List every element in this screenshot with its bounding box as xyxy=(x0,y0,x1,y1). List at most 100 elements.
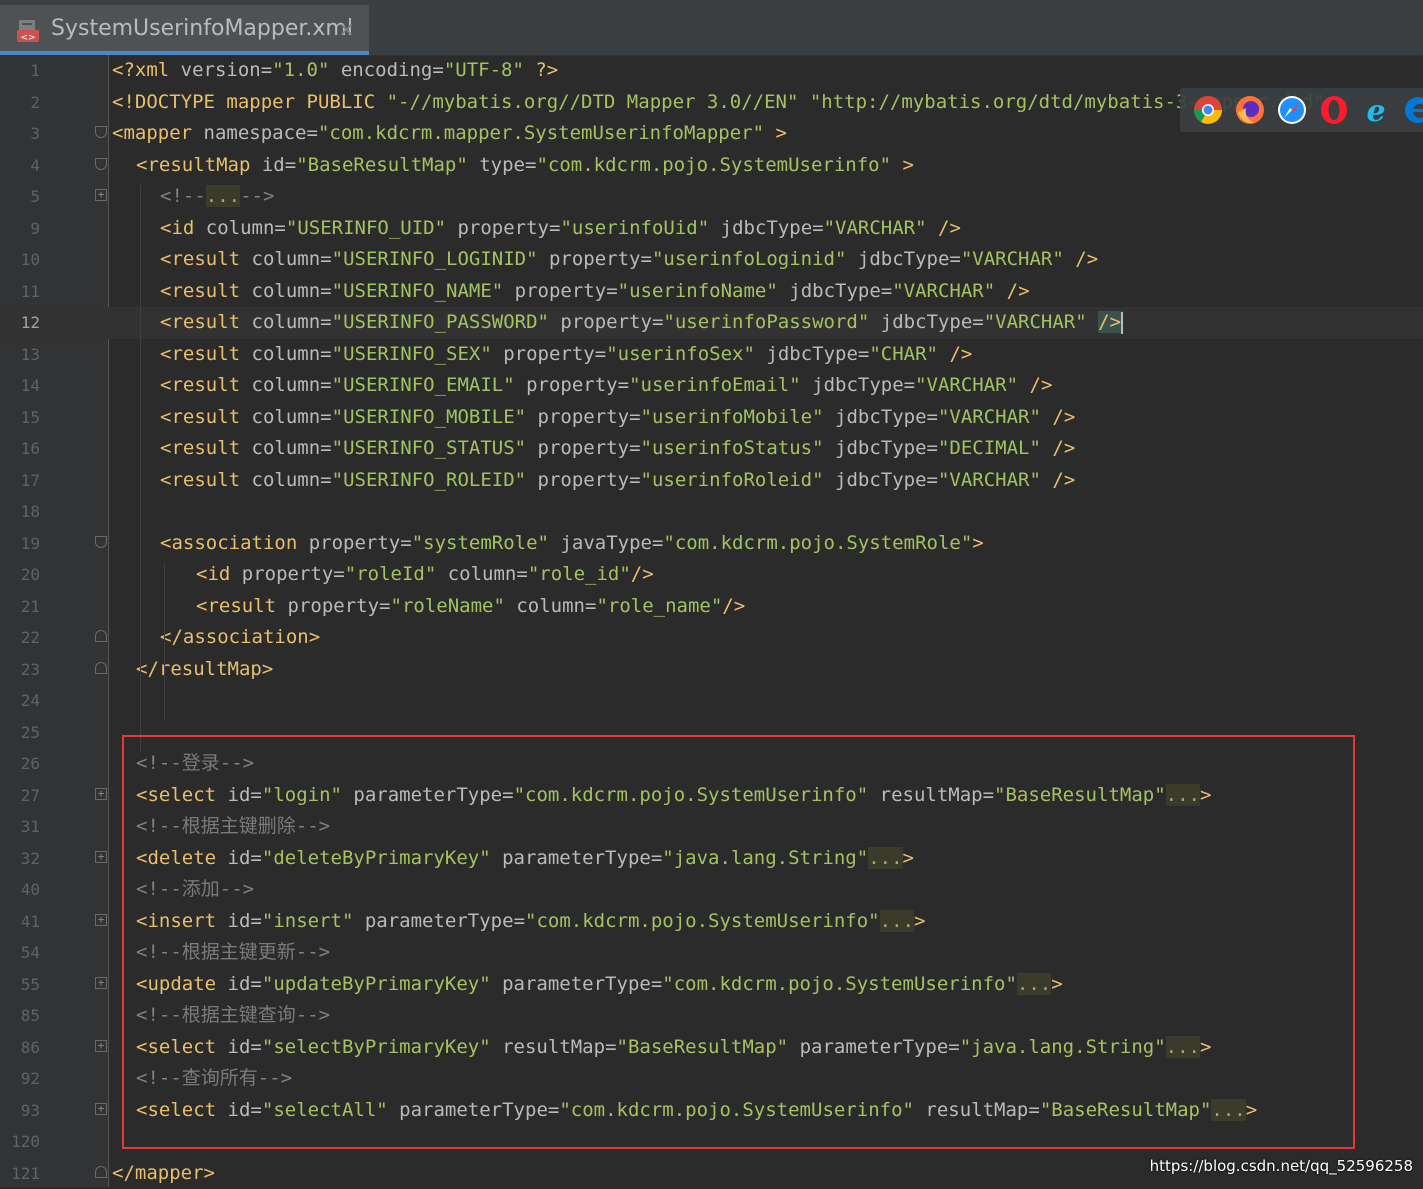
code-line[interactable]: 20 <id property="roleId" column="role_id"… xyxy=(0,559,1423,591)
code-text: <result column="USERINFO_ROLEID" propert… xyxy=(160,465,1075,497)
code-line[interactable]: 17 <result column="USERINFO_ROLEID" prope… xyxy=(0,465,1423,497)
ie-icon[interactable]: e xyxy=(1360,94,1392,126)
code-line[interactable]: 5<!--...--> xyxy=(0,181,1423,213)
code-editor[interactable]: 1 <?xml version="1.0" encoding="UTF-8" ?>… xyxy=(0,55,1423,1187)
code-line[interactable]: 11<result column="USERINFO_NAME" propert… xyxy=(0,276,1423,308)
fold-collapse-icon[interactable] xyxy=(95,126,107,138)
line-number: 31 xyxy=(0,811,40,843)
svg-text:<>: <> xyxy=(20,33,35,43)
code-line[interactable]: 22</association> xyxy=(0,622,1423,654)
code-line[interactable]: 9<id column="USERINFO_UID" property="use… xyxy=(0,213,1423,245)
code-text: <result property="roleName" column="role… xyxy=(196,591,745,623)
line-number: 26 xyxy=(0,748,40,780)
code-line[interactable]: 1 <?xml version="1.0" encoding="UTF-8" ?> xyxy=(0,55,1423,87)
fold-expand-icon[interactable] xyxy=(95,1103,107,1115)
code-line[interactable]: 19<association property="systemRole" jav… xyxy=(0,528,1423,560)
line-number: 15 xyxy=(0,402,40,434)
svg-text:e: e xyxy=(1366,94,1385,126)
code-line[interactable]: 21 <result property="roleName" column="ro… xyxy=(0,591,1423,623)
code-text: <select id="selectByPrimaryKey" resultMa… xyxy=(136,1032,1211,1064)
line-number: 17 xyxy=(0,465,40,497)
fold-expand-icon[interactable] xyxy=(95,189,107,201)
code-line[interactable]: 86<select id="selectByPrimaryKey" result… xyxy=(0,1032,1423,1064)
code-line[interactable]: 41<insert id="insert" parameterType="com… xyxy=(0,906,1423,938)
close-tab-icon[interactable]: × xyxy=(338,17,355,41)
line-number: 32 xyxy=(0,843,40,875)
code-line[interactable]: 13<result column="USERINFO_SEX" property… xyxy=(0,339,1423,371)
editor-tab-bar: <> SystemUserinfoMapper.xml × xyxy=(0,0,1423,56)
line-number: 11 xyxy=(0,276,40,308)
line-number: 21 xyxy=(0,591,40,623)
code-line[interactable]: 24 xyxy=(0,685,1423,717)
line-number: 24 xyxy=(0,685,40,717)
line-number: 1 xyxy=(0,55,40,87)
line-number: 12 xyxy=(0,307,40,339)
code-text: <insert id="insert" parameterType="com.k… xyxy=(136,906,925,938)
line-number: 10 xyxy=(0,244,40,276)
line-number: 25 xyxy=(0,717,40,749)
line-number: 85 xyxy=(0,1000,40,1032)
chrome-icon[interactable] xyxy=(1192,94,1224,126)
code-text: <association property="systemRole" javaT… xyxy=(160,528,984,560)
code-line[interactable]: 18 xyxy=(0,496,1423,528)
fold-expand-icon[interactable] xyxy=(95,914,107,926)
code-line[interactable]: 54<!--根据主键更新--> xyxy=(0,937,1423,969)
fold-collapse-icon[interactable] xyxy=(95,1166,107,1178)
code-text: <select id="selectAll" parameterType="co… xyxy=(136,1095,1257,1127)
safari-icon[interactable] xyxy=(1276,94,1308,126)
code-line[interactable]: 4<resultMap id="BaseResultMap" type="com… xyxy=(0,150,1423,182)
firefox-icon[interactable] xyxy=(1234,94,1266,126)
line-number: 20 xyxy=(0,559,40,591)
fold-expand-icon[interactable] xyxy=(95,788,107,800)
line-number: 3 xyxy=(0,118,40,150)
code-line[interactable]: 12 <result column="USERINFO_PASSWORD" pro… xyxy=(0,307,1423,339)
xml-file-icon: <> xyxy=(16,18,42,44)
code-text: <result column="USERINFO_MOBILE" propert… xyxy=(160,402,1075,434)
code-line[interactable]: 10 <result column="USERINFO_LOGINID" prop… xyxy=(0,244,1423,276)
code-line[interactable]: 92<!--查询所有--> xyxy=(0,1063,1423,1095)
code-line[interactable]: 93 <select id="selectAll" parameterType="… xyxy=(0,1095,1423,1127)
code-text: </resultMap> xyxy=(136,654,273,686)
fold-collapse-icon[interactable] xyxy=(95,630,107,642)
code-text: <!DOCTYPE mapper PUBLIC "-//mybatis.org/… xyxy=(112,87,1348,119)
fold-collapse-icon[interactable] xyxy=(95,662,107,674)
code-text: <id property="roleId" column="role_id"/> xyxy=(196,559,654,591)
code-line[interactable]: 31<!--根据主键删除--> xyxy=(0,811,1423,843)
code-line[interactable]: 32 <delete id="deleteByPrimaryKey" parame… xyxy=(0,843,1423,875)
code-text: <!--登录--> xyxy=(136,748,254,780)
line-number: 93 xyxy=(0,1095,40,1127)
fold-expand-icon[interactable] xyxy=(95,1040,107,1052)
code-line[interactable]: 14<result column="USERINFO_EMAIL" proper… xyxy=(0,370,1423,402)
code-line[interactable]: 26 <!--登录--> xyxy=(0,748,1423,780)
code-text: <update id="updateByPrimaryKey" paramete… xyxy=(136,969,1063,1001)
code-line[interactable]: 120 xyxy=(0,1126,1423,1158)
line-number: 9 xyxy=(0,213,40,245)
text-caret xyxy=(1121,312,1123,334)
code-text: <result column="USERINFO_LOGINID" proper… xyxy=(160,244,1098,276)
code-line[interactable]: 23</resultMap> xyxy=(0,654,1423,686)
code-text: <resultMap id="BaseResultMap" type="com.… xyxy=(136,150,914,182)
fold-collapse-icon[interactable] xyxy=(95,158,107,170)
line-number: 22 xyxy=(0,622,40,654)
fold-expand-icon[interactable] xyxy=(95,977,107,989)
code-text: <result column="USERINFO_SEX" property="… xyxy=(160,339,972,371)
code-line[interactable]: 16<result column="USERINFO_STATUS" prope… xyxy=(0,433,1423,465)
code-line[interactable]: 55<update id="updateByPrimaryKey" parame… xyxy=(0,969,1423,1001)
line-number: 16 xyxy=(0,433,40,465)
code-line[interactable]: 85<!--根据主键查询--> xyxy=(0,1000,1423,1032)
code-line[interactable]: 25 xyxy=(0,717,1423,749)
code-text: <result column="USERINFO_PASSWORD" prope… xyxy=(160,307,1123,339)
opera-icon[interactable] xyxy=(1318,94,1350,126)
line-number: 92 xyxy=(0,1063,40,1095)
fold-collapse-icon[interactable] xyxy=(95,536,107,548)
tab-systemuserinfomapper-xml[interactable]: <> SystemUserinfoMapper.xml × xyxy=(0,5,369,55)
fold-expand-icon[interactable] xyxy=(95,851,107,863)
edge-icon[interactable] xyxy=(1402,94,1423,126)
code-text: <?xml version="1.0" encoding="UTF-8" ?> xyxy=(112,55,558,87)
line-number: 14 xyxy=(0,370,40,402)
code-text: <delete id="deleteByPrimaryKey" paramete… xyxy=(136,843,914,875)
code-text: <!--...--> xyxy=(160,181,274,213)
code-line[interactable]: 15 <result column="USERINFO_MOBILE" prope… xyxy=(0,402,1423,434)
code-line[interactable]: 40<!--添加--> xyxy=(0,874,1423,906)
code-line[interactable]: 27<select id="login" parameterType="com.… xyxy=(0,780,1423,812)
